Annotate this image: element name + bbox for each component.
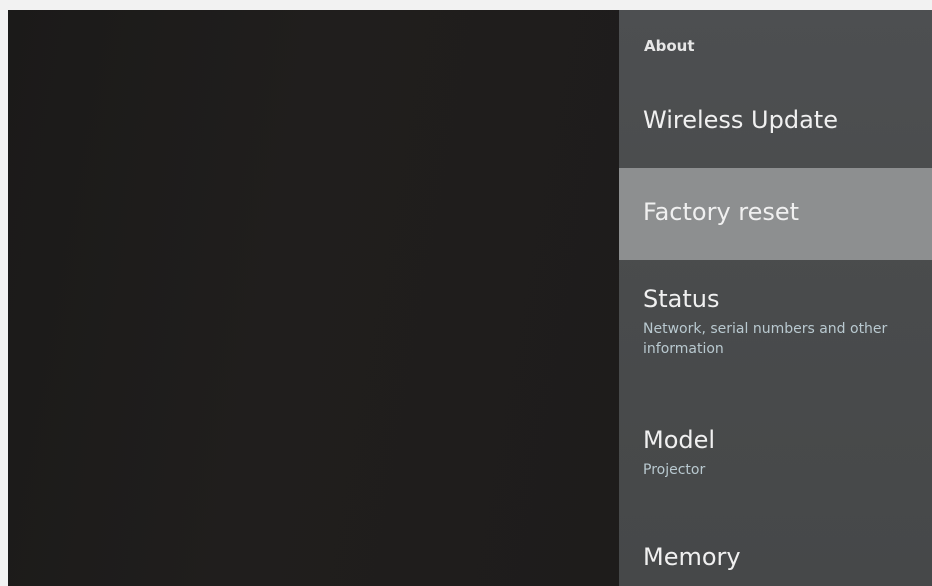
content-area	[8, 10, 619, 586]
menu-item-memory[interactable]: Memory	[619, 543, 932, 571]
menu-item-title: Wireless Update	[643, 106, 838, 134]
menu-item-factory-reset[interactable]: Factory reset	[619, 168, 932, 260]
menu-item-model[interactable]: Model Projector	[619, 426, 932, 480]
menu-item-subtitle: Network, serial numbers and other inform…	[643, 321, 888, 357]
menu-item-title: Memory	[643, 543, 741, 571]
panel-title: About	[644, 37, 695, 55]
menu-item-title: Factory reset	[643, 198, 800, 226]
menu-item-title: Status	[643, 285, 720, 313]
tv-screen: About Wireless Update Factory reset Stat…	[8, 10, 932, 586]
menu-item-title: Model	[643, 426, 716, 454]
menu-item-wireless-update[interactable]: Wireless Update	[619, 106, 932, 134]
menu-item-status[interactable]: Status Network, serial numbers and other…	[619, 285, 932, 359]
menu-item-subtitle: Projector	[643, 462, 706, 478]
settings-panel: About Wireless Update Factory reset Stat…	[619, 10, 932, 586]
